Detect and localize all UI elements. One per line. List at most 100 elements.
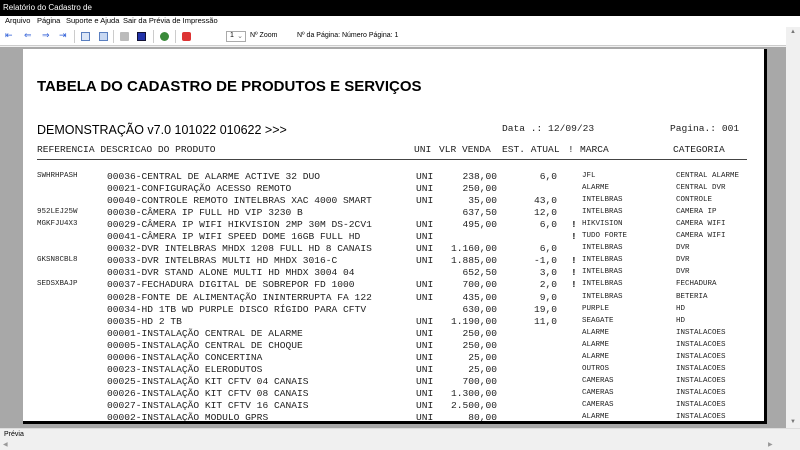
cell-flag: ! (571, 219, 577, 231)
horizontal-scrollbar[interactable]: ◀ ▶ (0, 440, 800, 450)
two-pages-icon[interactable] (99, 32, 108, 41)
table-row: 00021-CONFIGURAÇÃO ACESSO REMOTO UNI 250,0… (23, 183, 764, 195)
cell-brand: ALARME (582, 352, 610, 361)
table-row: MGKFJU4X3 00029-CÂMERA IP WIFI HIKVISION … (23, 219, 764, 231)
zoom-select[interactable]: 1 ⌄ (226, 31, 246, 42)
cell-category: INSTALACOES (676, 388, 726, 397)
cell-description: 00002-INSTALAÇÃO MODULO GPRS (107, 412, 269, 423)
table-row: 00025-INSTALAÇÃO KIT CFTV 04 CANAIS UNI 70… (23, 375, 764, 388)
cell-description: 00028-FONTE DE ALIMENTAÇÃO ININTERRUPTA … (107, 291, 372, 303)
header-ref-desc: REFERENCIA DESCRICAO DO PRODUTO (37, 144, 216, 155)
menu-sair[interactable]: Sair da Prévia de Impressão (123, 16, 218, 25)
cell-category: HD (676, 316, 686, 325)
cell-unit: UNI (416, 327, 434, 339)
cell-price: 1.300,00 (450, 387, 497, 399)
cell-unit: UNI (416, 363, 434, 375)
cell-price: 652,50 (462, 267, 497, 279)
cell-brand: ALARME (582, 328, 610, 337)
cell-unit: UNI (416, 291, 434, 303)
cell-stock: 43,0 (533, 195, 557, 207)
next-page-icon[interactable]: ⇒ (42, 30, 51, 40)
export-icon[interactable] (160, 32, 169, 41)
cell-brand: INTELBRAS (582, 268, 623, 277)
table-row: 00002-INSTALAÇÃO MODULO GPRS UNI 80,00 ALAR… (23, 412, 764, 423)
cell-price: 25,00 (468, 351, 497, 363)
cell-brand: CAMERAS (582, 376, 614, 385)
menu-arquivo[interactable]: Arquivo (5, 16, 30, 25)
scroll-right-icon[interactable]: ▶ (768, 441, 773, 448)
cell-brand: ALARME (582, 340, 610, 349)
cell-unit: UNI (416, 243, 434, 255)
cell-brand: INTELBRAS (582, 208, 623, 217)
cell-stock: 19,0 (533, 303, 557, 315)
cell-flag: ! (571, 231, 577, 243)
cell-brand: OUTROS (582, 364, 610, 373)
cell-description: 00025-INSTALAÇÃO KIT CFTV 04 CANAIS (107, 375, 309, 387)
scroll-down-icon[interactable]: ▼ (790, 419, 796, 425)
menu-suporte[interactable]: Suporte e Ajuda (66, 16, 119, 25)
status-bar: Prévia (0, 428, 800, 440)
table-row: GKSN8CBL8 00033-DVR INTELBRAS MULTI HD MH… (23, 255, 764, 267)
table-row: 00006-INSTALAÇÃO CONCERTINA UNI 25,00 ALARM… (23, 351, 764, 364)
cell-category: CAMERA IP (676, 208, 717, 217)
cell-description: 00029-CÂMERA IP WIFI HIKVISION 2MP 30M D… (107, 219, 372, 231)
preview-area: TABELA DO CADASTRO DE PRODUTOS E SERVIÇO… (0, 47, 786, 428)
cell-price: 700,00 (462, 279, 497, 291)
cell-unit: UNI (416, 195, 434, 207)
cell-description: 00001-INSTALAÇÃO CENTRAL DE ALARME (107, 327, 303, 339)
scroll-left-icon[interactable]: ◀ (3, 441, 8, 448)
scroll-up-icon[interactable]: ▲ (790, 29, 796, 35)
cell-unit: UNI (416, 412, 434, 423)
cell-flag: ! (571, 267, 577, 279)
cell-description: 00023-INSTALAÇÃO ELERODUTOS (107, 363, 263, 375)
cell-price: 250,00 (462, 339, 497, 351)
menu-pagina[interactable]: Página (37, 16, 60, 25)
cell-description: 00034-HD 1TB WD PURPLE DISCO RÍGIDO PARA… (107, 303, 367, 315)
cell-price: 25,00 (468, 363, 497, 375)
table-row: 00028-FONTE DE ALIMENTAÇÃO ININTERRUPTA … (23, 291, 764, 304)
last-page-icon[interactable]: ⇥ (59, 30, 68, 40)
cell-price: 495,00 (462, 219, 497, 231)
cell-category: INSTALACOES (676, 400, 726, 409)
cell-category: CENTRAL DVR (676, 184, 726, 193)
cell-description: 00031-DVR STAND ALONE MULTI HD MHDX 3004… (107, 267, 355, 279)
cell-brand: INTELBRAS (582, 196, 623, 205)
cell-category: CONTROLE (676, 196, 713, 205)
cell-brand: CAMERAS (582, 400, 614, 409)
cell-price: 250,00 (462, 183, 497, 195)
cell-description: 00005-INSTALAÇÃO CENTRAL DE CHOQUE (107, 339, 303, 351)
cell-brand: ALARME (582, 413, 610, 421)
cell-unit: UNI (416, 255, 434, 267)
close-icon[interactable] (182, 32, 191, 41)
report-subtitle: DEMONSTRAÇÃO v7.0 101022 010622 >>> (37, 123, 287, 137)
cell-stock: -1,0 (533, 255, 557, 267)
cell-category: INSTALACOES (676, 328, 726, 337)
report-date: Data .: 12/09/23 (502, 123, 595, 134)
window-title: Relatório do Cadastro de (0, 0, 800, 16)
vertical-scrollbar[interactable]: ▲ ▼ (786, 27, 800, 428)
cell-category: INSTALACOES (676, 352, 726, 361)
single-page-icon[interactable] (81, 32, 90, 41)
first-page-icon[interactable]: ⇤ (5, 30, 14, 40)
header-valor: VLR VENDA (439, 144, 491, 155)
report-page: TABELA DO CADASTRO DE PRODUTOS E SERVIÇO… (23, 49, 767, 424)
cell-stock: 11,0 (533, 315, 557, 327)
cell-unit: UNI (416, 183, 434, 195)
cell-brand: INTELBRAS (582, 280, 623, 289)
cell-brand: TUDO FORTE (582, 232, 628, 241)
print-icon[interactable] (120, 32, 129, 41)
cell-description: 00040-CONTROLE REMOTO INTELBRAS XAC 4000… (107, 195, 372, 207)
cell-description: 00021-CONFIGURAÇÃO ACESSO REMOTO (107, 183, 292, 195)
cell-price: 80,00 (468, 412, 497, 423)
table-row: 00041-CÂMERA IP WIFI SPEED DOME 16GB FUL… (23, 231, 764, 243)
cell-brand: PURPLE (582, 304, 610, 313)
cell-unit: UNI (416, 219, 434, 231)
cell-reference: SEDSXBAJP (37, 280, 78, 289)
table-row: 00026-INSTALAÇÃO KIT CFTV 08 CANAIS UNI 1.… (23, 387, 764, 400)
report-title: TABELA DO CADASTRO DE PRODUTOS E SERVIÇO… (37, 78, 422, 95)
cell-description: 00033-DVR INTELBRAS MULTI HD MHDX 3016-C (107, 255, 338, 267)
options-icon[interactable] (137, 32, 146, 41)
table-row: 00035-HD 2 TB UNI 1.190,00 11,0 SEAGATE HD (23, 315, 764, 328)
cell-price: 35,00 (468, 195, 497, 207)
prev-page-icon[interactable]: ⇐ (24, 30, 33, 40)
